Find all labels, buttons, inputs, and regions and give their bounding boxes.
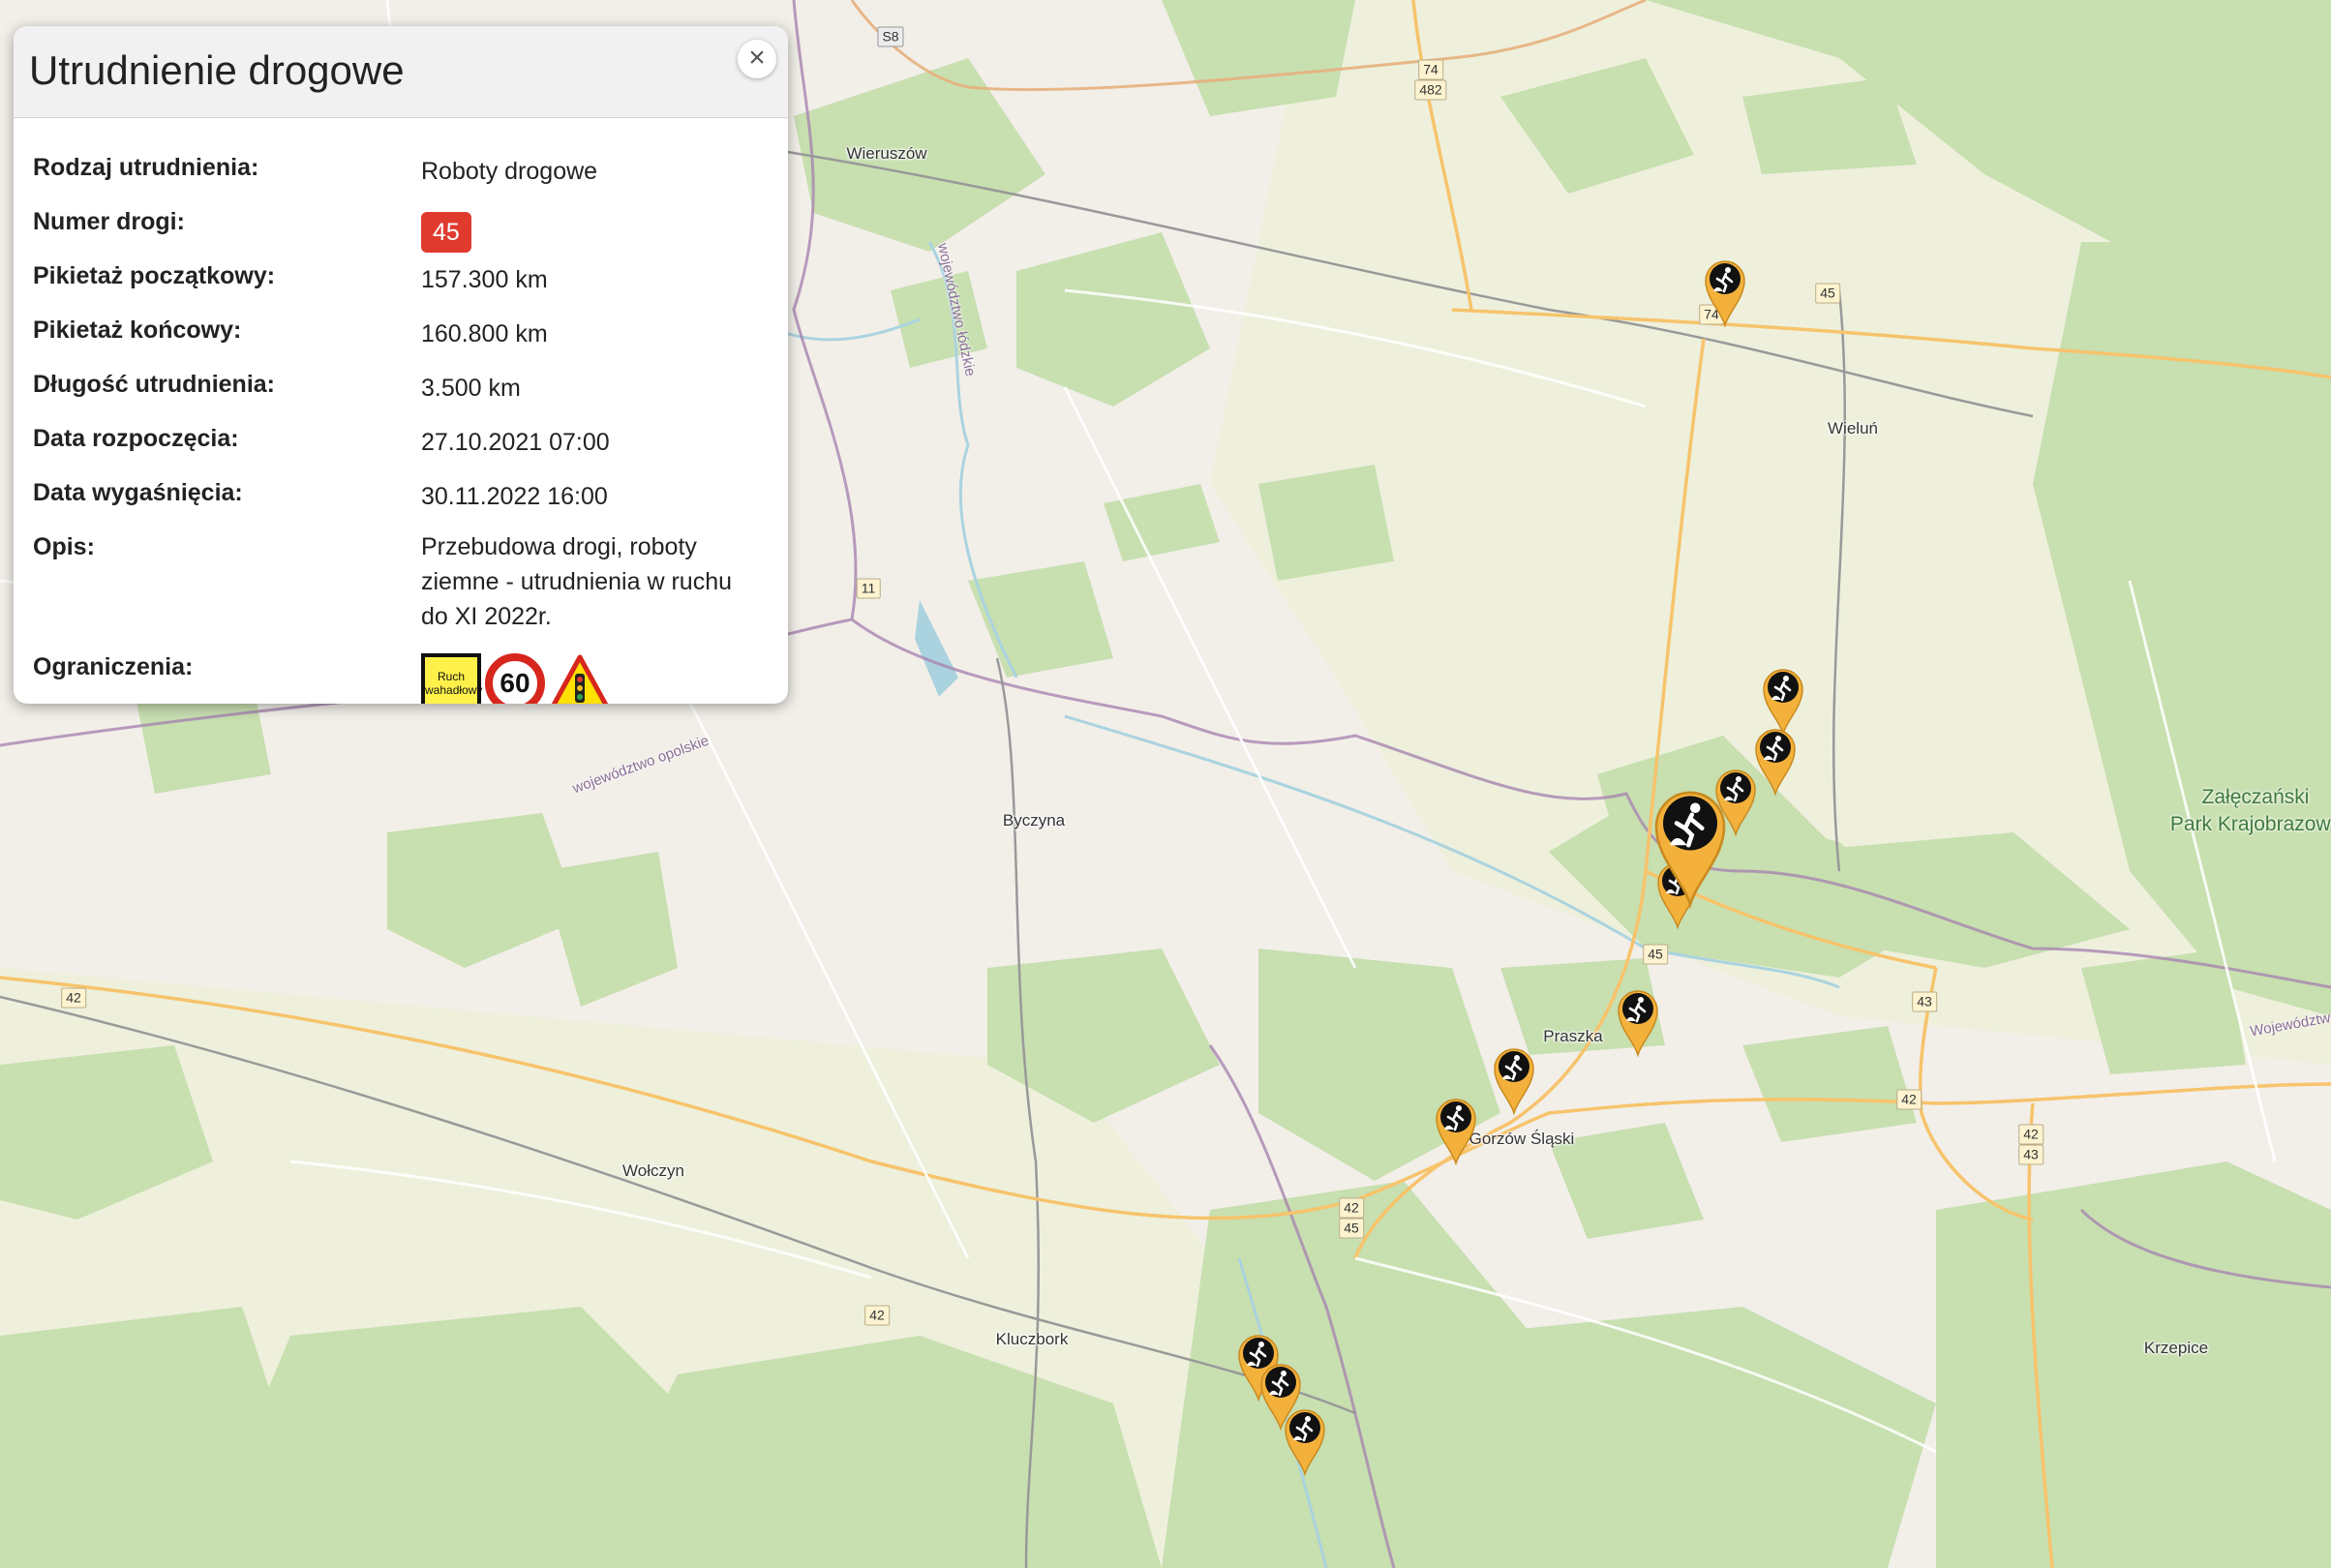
place-label: Gorzów Śląski [1468,1130,1575,1148]
road-shield: 45 [1339,1218,1364,1239]
detail-value: Roboty drogowe [421,158,598,185]
road-number-badge: 45 [421,212,471,253]
detail-label: Opis: [33,533,95,560]
place-label: Wieruszów [846,144,927,163]
roadworks-marker[interactable] [1491,1045,1537,1115]
place-label: Wieluń [1828,419,1878,437]
roadworks-icon [1494,1048,1534,1115]
roadworks-marker[interactable] [1615,987,1661,1057]
map-canvas[interactable]: Wieruszów Wieluń Byczyna Praszka Gorzów … [0,0,2331,1568]
popup-header: Utrudnienie drogowe × [14,26,788,118]
detail-label: Długość utrudnienia: [33,371,275,398]
road-shield: 45 [1643,944,1668,965]
close-icon: × [748,42,766,74]
detail-label: Pikietaż końcowy: [33,317,242,344]
detail-value: 45 [421,212,760,253]
road-shield: S8 [877,26,904,47]
sign-text: Ruch [437,670,465,683]
park-label: Załęczański Park Krajobrazowy [2170,784,2331,838]
popup-close-button[interactable]: × [738,40,776,78]
detail-value: 160.800 km [421,320,548,347]
road-shield: 74 [1418,59,1443,80]
detail-value: 3.500 km [421,375,521,402]
roadworks-marker[interactable] [1752,726,1799,796]
place-label: Praszka [1543,1027,1603,1045]
detail-value: Przebudowa drogi, roboty ziemne - utrudn… [421,533,732,630]
restriction-signs: Ruch wahadłowy 60 [421,653,611,704]
road-shield: 482 [1414,79,1447,101]
detail-label: Ograniczenia: [33,653,194,680]
road-shield: 45 [1815,283,1840,304]
place-label: Kluczbork [995,1330,1069,1348]
road-shield: 43 [1912,991,1937,1012]
detail-label: Data wygaśnięcia: [33,479,243,506]
roadworks-icon [1705,260,1745,327]
road-shield: 42 [864,1305,890,1326]
roadworks-icon [1654,791,1726,910]
road-shield: 42 [1896,1089,1922,1110]
road-shield: 42 [2018,1124,2043,1145]
alternating-traffic-sign: Ruch wahadłowy [421,653,483,704]
roadworks-marker[interactable] [1433,1096,1479,1165]
detail-value: 157.300 km [421,266,548,293]
road-shield: 11 [856,578,881,599]
detail-value: 27.10.2021 07:00 [421,429,610,456]
incident-popup: Utrudnienie drogowe × Rodzaj utrudnienia… [14,26,788,704]
park-label-line: Park Krajobrazowy [2169,813,2331,835]
detail-label: Numer drogi: [33,208,185,235]
roadworks-marker[interactable] [1282,1406,1328,1476]
roadworks-icon [1436,1099,1476,1165]
speed-limit-sign: 60 [485,653,545,704]
detail-value: 30.11.2022 16:00 [421,483,608,510]
roadworks-marker[interactable] [1650,784,1731,910]
place-label: Wołczyn [622,1161,684,1180]
road-shield: 42 [61,987,86,1009]
detail-label: Data rozpoczęcia: [33,425,239,452]
roadworks-icon [1285,1409,1325,1476]
roadworks-icon [1618,990,1658,1057]
place-label: Krzepice [2143,1339,2209,1357]
roadworks-icon [1755,729,1796,796]
traffic-lights-warning-icon [551,654,609,704]
road-shield: 43 [2018,1144,2043,1165]
popup-title: Utrudnienie drogowe [29,47,405,93]
detail-label: Pikietaż początkowy: [33,262,276,289]
roadworks-marker[interactable] [1702,257,1748,327]
place-label: Byczyna [1002,811,1066,829]
detail-label: Rodzaj utrudnienia: [33,154,259,181]
road-shield: 42 [1339,1197,1364,1219]
sign-text: wahadłowy [425,683,483,697]
park-label-line: Załęczański [2201,786,2310,808]
